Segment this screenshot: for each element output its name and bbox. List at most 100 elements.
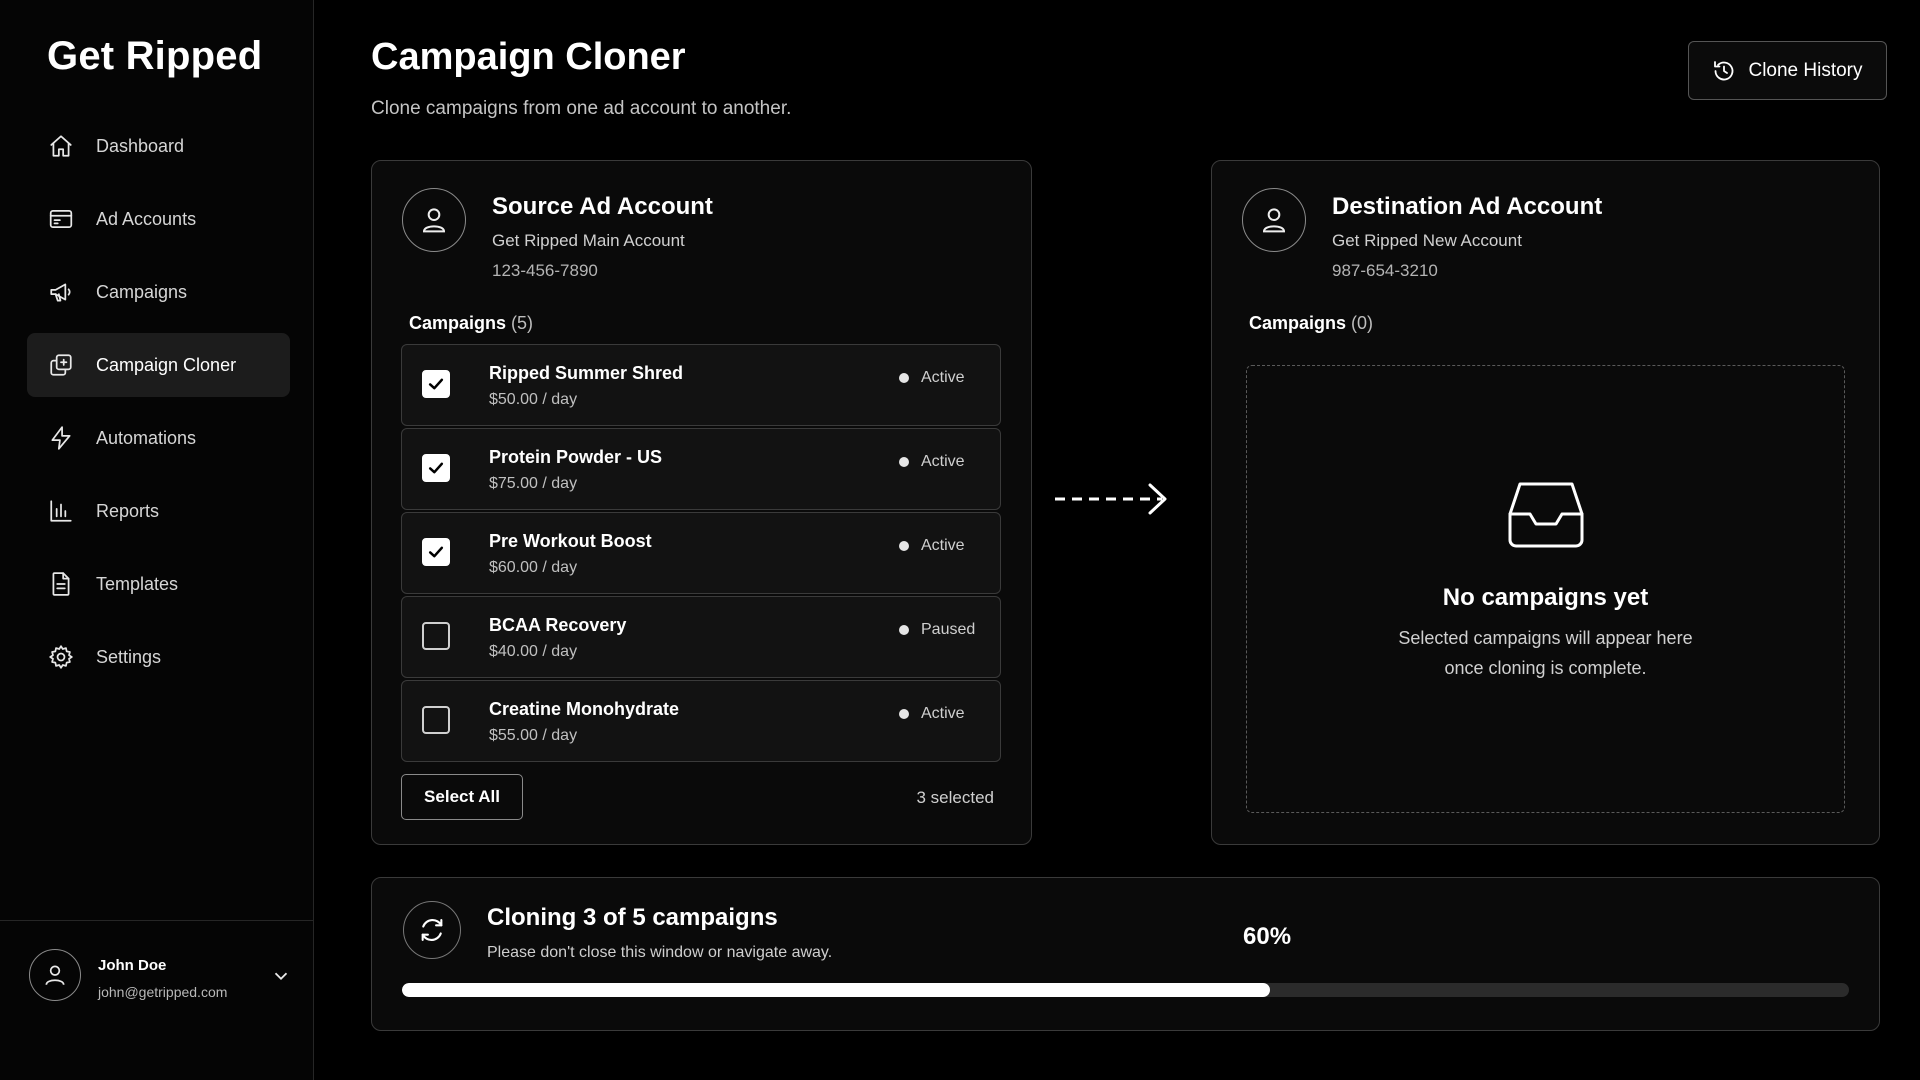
- page-subtitle: Clone campaigns from one ad account to a…: [371, 98, 792, 119]
- status-dot-icon: [899, 457, 909, 467]
- brand-logo: Get Ripped: [47, 34, 263, 78]
- home-icon: [47, 132, 75, 160]
- clone-history-label: Clone History: [1748, 59, 1863, 81]
- campaign-name: Creatine Monohydrate: [489, 699, 680, 719]
- sync-icon: [403, 901, 461, 959]
- user-email: john@getripped.com: [98, 984, 228, 1000]
- history-icon: [1714, 60, 1734, 80]
- progress-percent: 60%: [1243, 923, 1292, 950]
- campaign-budget: $60.00 / day: [489, 559, 578, 576]
- source-account-name: Get Ripped Main Account: [492, 231, 685, 250]
- gear-icon: [47, 643, 75, 671]
- campaign-name: Pre Workout Boost: [489, 531, 652, 551]
- status-dot-icon: [899, 709, 909, 719]
- campaign-checkbox[interactable]: [422, 454, 450, 482]
- empty-state-text: Selected campaigns will appear here: [1398, 628, 1693, 648]
- user-icon: [402, 188, 466, 252]
- chevron-down-icon[interactable]: [270, 965, 292, 987]
- campaigns-label: Campaigns: [1249, 313, 1347, 333]
- progress-bar: [402, 983, 1849, 997]
- sidebar-item-campaigns[interactable]: Campaigns: [27, 260, 290, 324]
- status-text: Active: [921, 537, 965, 554]
- destination-account-id: 987-654-3210: [1332, 261, 1438, 280]
- sidebar-item-label: Campaigns: [96, 281, 188, 302]
- sidebar-item-campaign-cloner[interactable]: Campaign Cloner: [27, 333, 290, 397]
- list-item[interactable]: Creatine Monohydrate $55.00 / day Active: [401, 680, 1001, 762]
- campaign-name: Ripped Summer Shred: [489, 363, 684, 383]
- empty-state-title: No campaigns yet: [1442, 584, 1649, 611]
- progress-title: Cloning 3 of 5 campaigns: [487, 904, 778, 931]
- megaphone-icon: [47, 278, 75, 306]
- check-icon: [428, 378, 444, 390]
- progress-bar-fill: [402, 983, 1271, 997]
- cloning-progress-panel: Cloning 3 of 5 campaigns Please don't cl…: [371, 877, 1880, 1031]
- source-account-panel: Source Ad Account Get Ripped Main Accoun…: [371, 160, 1032, 845]
- progress-subtitle: Please don't close this window or naviga…: [487, 944, 833, 961]
- sidebar-item-label: Ad Accounts: [96, 208, 197, 229]
- page-title: Campaign Cloner: [371, 36, 686, 78]
- status-dot-icon: [899, 625, 909, 635]
- campaign-budget: $55.00 / day: [489, 727, 578, 744]
- campaign-checkbox[interactable]: [422, 370, 450, 398]
- status-dot-icon: [899, 373, 909, 383]
- user-menu[interactable]: John Doe john@getripped.com: [0, 920, 313, 1080]
- status-badge: Active: [899, 453, 965, 471]
- campaign-budget: $75.00 / day: [489, 475, 578, 492]
- clone-icon: [47, 351, 75, 379]
- select-all-button[interactable]: Select All: [401, 774, 523, 820]
- destination-account-panel: Destination Ad Account Get Ripped New Ac…: [1211, 160, 1880, 845]
- sidebar-item-ad-accounts[interactable]: Ad Accounts: [27, 187, 290, 251]
- campaigns-label: Campaigns: [409, 313, 507, 333]
- arrow-right-icon: [1050, 474, 1180, 524]
- status-badge: Active: [899, 705, 965, 723]
- source-account-id: 123-456-7890: [492, 261, 598, 280]
- destination-account-name: Get Ripped New Account: [1332, 231, 1522, 250]
- check-icon: [428, 462, 444, 474]
- campaign-list: Ripped Summer Shred $50.00 / day Active …: [401, 344, 1001, 764]
- selected-count: 3 selected: [916, 788, 995, 807]
- status-text: Active: [921, 369, 965, 386]
- avatar: [29, 949, 81, 1001]
- status-text: Active: [921, 705, 965, 722]
- sidebar-item-dashboard[interactable]: Dashboard: [27, 114, 290, 178]
- ad-accounts-icon: [47, 205, 75, 233]
- bar-chart-icon: [47, 497, 75, 525]
- status-text: Active: [921, 453, 965, 470]
- sidebar-item-label: Dashboard: [96, 135, 185, 156]
- sidebar-item-label: Automations: [96, 427, 197, 448]
- lightning-icon: [47, 424, 75, 452]
- campaign-budget: $50.00 / day: [489, 391, 578, 408]
- status-dot-icon: [899, 541, 909, 551]
- clone-history-button[interactable]: Clone History: [1688, 41, 1887, 100]
- sidebar-item-label: Settings: [96, 646, 162, 667]
- list-item[interactable]: Pre Workout Boost $60.00 / day Active: [401, 512, 1001, 594]
- list-item[interactable]: BCAA Recovery $40.00 / day Paused: [401, 596, 1001, 678]
- status-badge: Active: [899, 369, 965, 387]
- user-icon: [1242, 188, 1306, 252]
- campaigns-count: (5): [511, 313, 534, 333]
- campaign-checkbox[interactable]: [422, 538, 450, 566]
- sidebar-item-automations[interactable]: Automations: [27, 406, 290, 470]
- destination-title: Destination Ad Account: [1332, 193, 1603, 220]
- main-nav: Dashboard Ad Accounts Campaigns Campaign…: [27, 114, 290, 698]
- list-item[interactable]: Protein Powder - US $75.00 / day Active: [401, 428, 1001, 510]
- destination-campaigns-heading: Campaigns (0): [1249, 313, 1373, 334]
- campaign-name: BCAA Recovery: [489, 615, 627, 635]
- empty-state: No campaigns yet Selected campaigns will…: [1246, 365, 1845, 813]
- campaign-checkbox[interactable]: [422, 706, 450, 734]
- sidebar-item-label: Templates: [96, 573, 179, 594]
- sidebar-item-reports[interactable]: Reports: [27, 479, 290, 543]
- inbox-icon: [1506, 478, 1586, 550]
- sidebar-item-templates[interactable]: Templates: [27, 552, 290, 616]
- status-badge: Paused: [899, 621, 975, 639]
- campaign-checkbox[interactable]: [422, 622, 450, 650]
- user-name: John Doe: [98, 957, 167, 974]
- campaign-name: Protein Powder - US: [489, 447, 663, 467]
- campaigns-count: (0): [1351, 313, 1374, 333]
- user-icon: [45, 965, 65, 986]
- source-title: Source Ad Account: [492, 193, 713, 220]
- list-item[interactable]: Ripped Summer Shred $50.00 / day Active: [401, 344, 1001, 426]
- empty-state-text: once cloning is complete.: [1444, 658, 1647, 678]
- sidebar-item-settings[interactable]: Settings: [27, 625, 290, 689]
- campaign-budget: $40.00 / day: [489, 643, 578, 660]
